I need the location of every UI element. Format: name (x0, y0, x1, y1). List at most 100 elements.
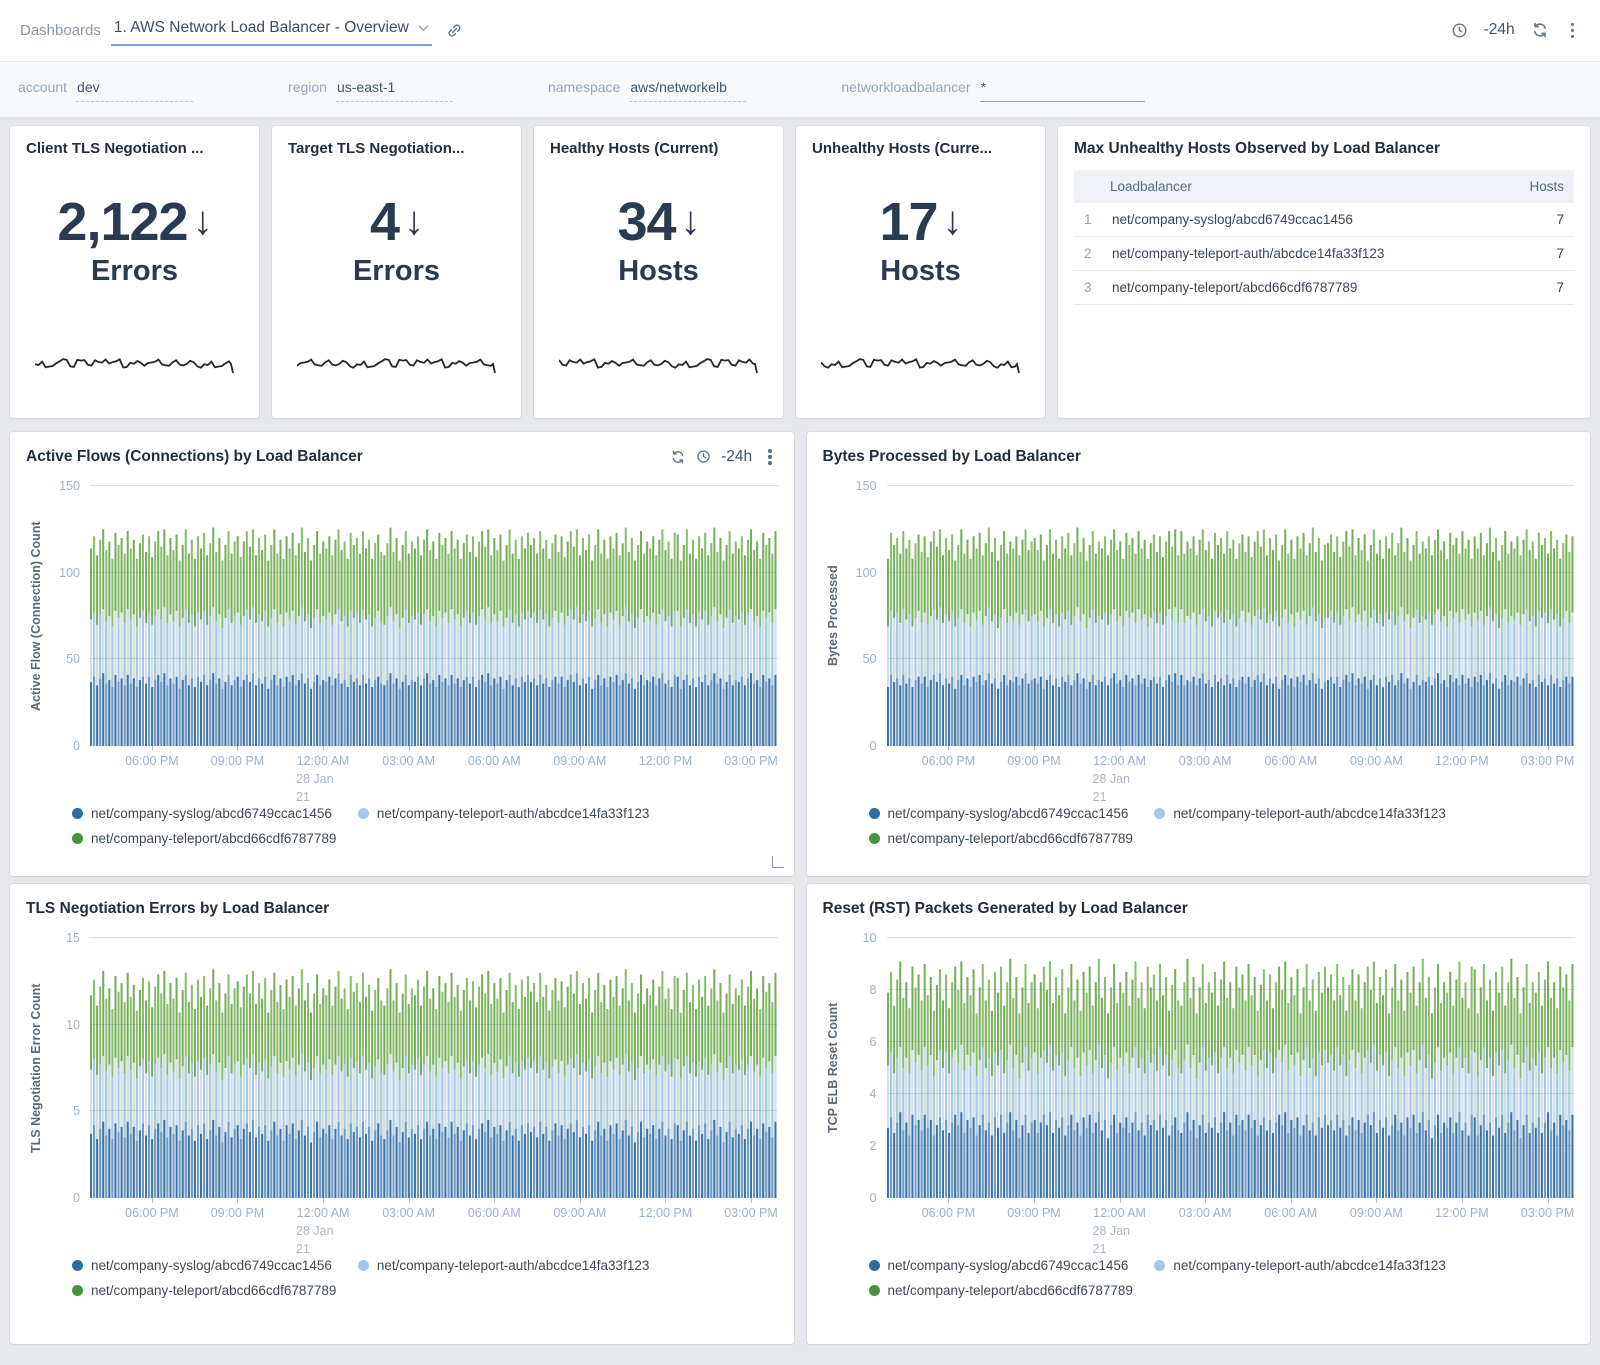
max-unhealthy-hosts-table-panel: Max Unhealthy Hosts Observed by Load Bal… (1058, 126, 1590, 418)
card-title: Healthy Hosts (Current) (550, 140, 767, 157)
legend-label: net/company-teleport/abcd66cdf6787789 (91, 1283, 336, 1298)
filter-value-input[interactable]: us-east-1 (336, 77, 453, 102)
x-tick-mark (1462, 1198, 1463, 1203)
x-tick-mark (580, 1198, 581, 1203)
x-tick-mark (665, 746, 666, 751)
loadbalancer-name: net/company-teleport/abcd66cdf6787789 (1102, 271, 1500, 305)
bar-chart-plot[interactable] (90, 938, 778, 1198)
legend-dot-icon (72, 1260, 83, 1271)
bar-chart-plot[interactable] (887, 486, 1575, 746)
x-tick-mark (323, 1198, 324, 1203)
y-tick-label: 2 (870, 1139, 877, 1153)
x-tick-mark (1034, 746, 1035, 751)
table-row[interactable]: 1net/company-syslog/abcd6749ccac14567 (1074, 203, 1574, 237)
y-tick-label: 150 (856, 479, 877, 493)
legend-dot-icon (1154, 1260, 1165, 1271)
x-tick-mark (1291, 1198, 1292, 1203)
filter-namespace[interactable]: namespace aws/networkelb (548, 77, 746, 102)
kebab-menu-icon[interactable] (1565, 21, 1580, 40)
filter-networkloadbalancer[interactable]: networkloadbalancer * (841, 77, 1144, 102)
gridline (90, 937, 778, 938)
filter-label: region (288, 79, 327, 95)
filter-value-input[interactable]: * (980, 77, 1145, 102)
x-tick-label: 09:00 PM (1007, 754, 1061, 768)
dashboard-title-dropdown[interactable]: 1. AWS Network Load Balancer - Overview (111, 15, 432, 46)
legend-label: net/company-teleport-auth/abcdce14fa33f1… (377, 1258, 649, 1273)
y-tick-label: 6 (870, 1035, 877, 1049)
filter-account[interactable]: account dev (18, 77, 193, 102)
y-tick-label: 10 (66, 1018, 80, 1032)
chart-time-range[interactable]: -24h (721, 448, 752, 466)
legend-item[interactable]: net/company-teleport-auth/abcdce14fa33f1… (1154, 806, 1445, 821)
hosts-count: 7 (1500, 237, 1574, 271)
x-tick-mark (948, 1198, 949, 1203)
legend-item[interactable]: net/company-teleport/abcd66cdf6787789 (869, 831, 1133, 846)
legend-item[interactable]: net/company-teleport-auth/abcdce14fa33f1… (1154, 1258, 1445, 1273)
y-tick-label: 15 (66, 931, 80, 945)
time-range-label[interactable]: -24h (1484, 21, 1515, 39)
hosts-count: 7 (1500, 203, 1574, 237)
legend-item[interactable]: net/company-teleport-auth/abcdce14fa33f1… (358, 1258, 649, 1273)
filter-region[interactable]: region us-east-1 (288, 77, 453, 102)
y-tick-label: 0 (73, 1191, 80, 1205)
legend-item[interactable]: net/company-teleport/abcd66cdf6787789 (72, 1283, 336, 1298)
stat-value: 2,122 (57, 192, 187, 252)
legend-dot-icon (869, 833, 880, 844)
x-tick-label: 09:00 AM (1350, 754, 1403, 768)
gridline (887, 1093, 1575, 1094)
x-axis-ticks: 06:00 PM09:00 PM12:00 AM28 Jan2103:00 AM… (887, 746, 1575, 802)
sparkline (821, 353, 1021, 404)
x-tick-label: 06:00 AM (1264, 1206, 1317, 1220)
y-axis-label: Bytes Processed (823, 486, 843, 746)
legend-item[interactable]: net/company-syslog/abcd6749ccac1456 (72, 806, 332, 821)
table-row[interactable]: 3net/company-teleport/abcd66cdf67877897 (1074, 271, 1574, 305)
x-axis-date-label: 28 Jan21 (296, 771, 334, 806)
x-tick-label: 06:00 AM (468, 1206, 521, 1220)
x-tick-mark (751, 746, 752, 751)
x-tick-label: 12:00 PM (639, 1206, 693, 1220)
chart-kebab-menu-icon[interactable] (762, 447, 777, 466)
chart-legend: net/company-syslog/abcd6749ccac1456 net/c… (72, 806, 778, 856)
refresh-icon[interactable] (1531, 21, 1549, 39)
share-link-icon[interactable] (446, 22, 463, 39)
legend-item[interactable]: net/company-teleport-auth/abcdce14fa33f1… (358, 806, 649, 821)
legend-item[interactable]: net/company-syslog/abcd6749ccac1456 (72, 1258, 332, 1273)
x-axis-ticks: 06:00 PM09:00 PM12:00 AM28 Jan2103:00 AM… (887, 1198, 1575, 1254)
legend-item[interactable]: net/company-teleport/abcd66cdf6787789 (72, 831, 336, 846)
legend-label: net/company-teleport-auth/abcdce14fa33f1… (1173, 1258, 1445, 1273)
column-header-loadbalancer[interactable]: Loadbalancer (1074, 170, 1500, 203)
x-tick-mark (1034, 1198, 1035, 1203)
bar-chart-plot[interactable] (887, 938, 1575, 1198)
bar-chart-plot[interactable] (90, 486, 778, 746)
chart-legend: net/company-syslog/abcd6749ccac1456 net/c… (869, 1258, 1575, 1308)
legend-item[interactable]: net/company-syslog/abcd6749ccac1456 (869, 806, 1129, 821)
y-axis-ticks: 050100150 (843, 486, 887, 746)
y-tick-label: 0 (870, 1191, 877, 1205)
x-tick-mark (1462, 746, 1463, 751)
x-axis-ticks: 06:00 PM09:00 PM12:00 AM28 Jan2103:00 AM… (90, 746, 778, 802)
x-tick-mark (152, 1198, 153, 1203)
x-tick-mark (1205, 746, 1206, 751)
table-row[interactable]: 2net/company-teleport-auth/abcdce14fa33f… (1074, 237, 1574, 271)
clock-icon[interactable] (1451, 22, 1468, 39)
breadcrumb[interactable]: Dashboards (20, 22, 101, 39)
gridline (887, 1041, 1575, 1042)
legend-item[interactable]: net/company-teleport/abcd66cdf6787789 (869, 1283, 1133, 1298)
y-tick-label: 8 (870, 983, 877, 997)
stat-value: 17 (879, 192, 937, 252)
clock-icon[interactable] (696, 449, 711, 464)
column-header-hosts[interactable]: Hosts (1500, 170, 1574, 203)
legend-item[interactable]: net/company-syslog/abcd6749ccac1456 (869, 1258, 1129, 1273)
filter-value-input[interactable]: dev (76, 77, 193, 102)
x-tick-mark (1291, 746, 1292, 751)
stat-unit: Errors (288, 255, 505, 288)
filter-value-input[interactable]: aws/networkelb (629, 77, 746, 102)
x-axis-date-label: 28 Jan21 (1093, 1223, 1131, 1258)
stat-card-client-tls: Client TLS Negotiation ... 2,122↓ Errors (10, 126, 259, 418)
y-tick-label: 5 (73, 1104, 80, 1118)
panel-resize-handle[interactable] (772, 856, 784, 868)
refresh-icon[interactable] (670, 449, 686, 465)
x-tick-label: 09:00 AM (553, 754, 606, 768)
y-tick-label: 0 (73, 739, 80, 753)
row-index: 3 (1074, 271, 1102, 305)
